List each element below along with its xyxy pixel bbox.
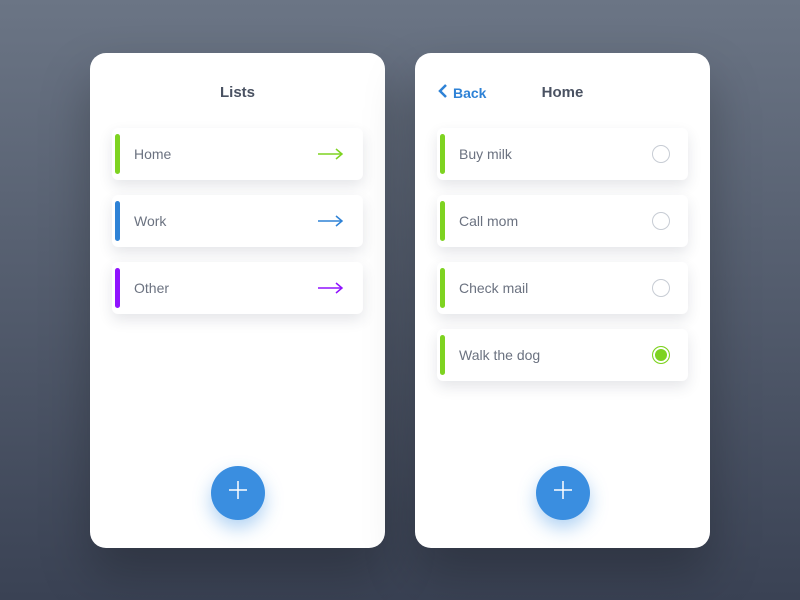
back-button[interactable]: Back [437, 83, 486, 102]
tasks-panel: Back Home Buy milk Call mom Check mail W… [415, 53, 710, 548]
list-accent [115, 201, 120, 241]
list-label: Other [134, 280, 317, 296]
checkbox-checked-icon[interactable] [652, 346, 670, 364]
list-item-home[interactable]: Home [112, 128, 363, 180]
checkbox-icon[interactable] [652, 145, 670, 163]
list-accent [115, 134, 120, 174]
task-label: Buy milk [459, 146, 652, 162]
add-task-button[interactable] [536, 466, 590, 520]
tasks-title: Home [542, 84, 584, 101]
task-accent [440, 201, 445, 241]
arrow-right-icon [317, 281, 345, 295]
arrow-right-icon [317, 214, 345, 228]
task-accent [440, 335, 445, 375]
list-label: Work [134, 213, 317, 229]
tasks-header: Back Home [415, 73, 710, 113]
task-accent [440, 268, 445, 308]
plus-icon [227, 479, 249, 506]
plus-icon [552, 479, 574, 506]
add-list-button[interactable] [211, 466, 265, 520]
checkbox-icon[interactable] [652, 279, 670, 297]
lists-header: Lists [90, 73, 385, 113]
tasks-stack: Buy milk Call mom Check mail Walk the do… [415, 128, 710, 381]
task-label: Check mail [459, 280, 652, 296]
task-accent [440, 134, 445, 174]
list-item-other[interactable]: Other [112, 262, 363, 314]
checkbox-icon[interactable] [652, 212, 670, 230]
task-item[interactable]: Walk the dog [437, 329, 688, 381]
task-item[interactable]: Buy milk [437, 128, 688, 180]
task-label: Call mom [459, 213, 652, 229]
back-label: Back [453, 85, 486, 101]
chevron-left-icon [437, 83, 449, 102]
list-item-work[interactable]: Work [112, 195, 363, 247]
lists-panel: Lists Home Work Other [90, 53, 385, 548]
task-label: Walk the dog [459, 347, 652, 363]
task-item[interactable]: Call mom [437, 195, 688, 247]
arrow-right-icon [317, 147, 345, 161]
lists-title: Lists [220, 84, 255, 101]
task-item[interactable]: Check mail [437, 262, 688, 314]
lists-stack: Home Work Other [90, 128, 385, 314]
list-accent [115, 268, 120, 308]
list-label: Home [134, 146, 317, 162]
